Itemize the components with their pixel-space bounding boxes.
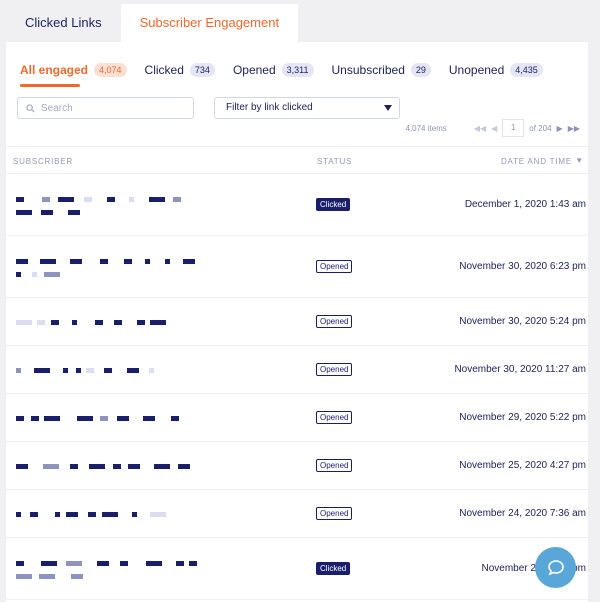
column-subscriber[interactable]: SUBSCRIBER	[13, 157, 73, 166]
first-page-icon[interactable]: ◀◀	[474, 124, 486, 133]
search-icon	[26, 103, 35, 113]
page-input[interactable]: 1	[502, 119, 525, 137]
column-status[interactable]: STATUS	[317, 157, 352, 166]
engagement-panel: All engaged 4,074 Clicked 734 Opened 3,311 …	[6, 42, 588, 602]
table-row[interactable]: Clicked November 23, 2020 pm	[6, 538, 588, 600]
filter-opened[interactable]: Opened 3,311	[233, 62, 314, 78]
date-time: November 30, 2020 11:27 am	[454, 364, 586, 375]
date-time: November 24, 2020 7:36 am	[459, 508, 586, 519]
count-badge: 3,311	[281, 63, 314, 77]
table-row[interactable]: Opened November 24, 2020 7:36 am	[6, 490, 588, 538]
status-badge: Opened	[316, 315, 353, 328]
chat-bubble-icon	[547, 559, 564, 576]
filter-label: Opened	[232, 63, 276, 77]
status-badge: Opened	[316, 507, 353, 520]
status-badge: Opened	[316, 363, 353, 376]
date-time: November 30, 2020 5:24 pm	[459, 316, 586, 327]
search-input[interactable]: Search	[17, 97, 194, 119]
caret-down-icon	[384, 105, 392, 111]
date-time: November 29, 2020 5:22 pm	[459, 412, 586, 423]
prev-page-icon[interactable]: ◀	[491, 124, 497, 133]
status-badge: Opened	[316, 411, 353, 424]
filter-unopened[interactable]: Unopened 4,435	[449, 62, 543, 78]
page-total: of 204	[529, 123, 552, 133]
table-row[interactable]: Opened November 30, 2020 5:24 pm	[6, 298, 588, 346]
table-row[interactable]: Opened November 29, 2020 5:22 pm	[6, 394, 588, 442]
sort-desc-icon[interactable]: ▼	[575, 156, 584, 165]
date-time: November 25, 2020 4:27 pm	[459, 460, 586, 471]
search-placeholder: Search	[41, 102, 73, 114]
date-time: November 30, 2020 6:23 pm	[459, 261, 586, 272]
table-row[interactable]: Opened November 25, 2020 4:27 pm	[6, 442, 588, 490]
table-row[interactable]: Opened November 30, 2020 6:23 pm	[6, 236, 588, 298]
tab-clicked-links[interactable]: Clicked Links	[6, 4, 121, 42]
column-date[interactable]: DATE AND TIME	[501, 157, 572, 166]
dropdown-value: Filter by link clicked	[226, 102, 313, 113]
filter-clicked[interactable]: Clicked 734	[145, 62, 215, 78]
items-count: 4,074 items	[405, 123, 447, 133]
status-badge: Clicked	[316, 198, 351, 211]
tab-bar: Clicked Links Subscriber Engagement	[6, 4, 299, 42]
tab-subscriber-engagement[interactable]: Subscriber Engagement	[120, 4, 299, 42]
status-badge: Opened	[316, 260, 353, 273]
pagination: 4,074 items ◀◀ ◀ 1 of 204 ▶ ▶▶	[405, 119, 580, 137]
link-filter-dropdown[interactable]: Filter by link clicked	[214, 97, 400, 119]
table-row[interactable]: Opened November 30, 2020 11:27 am	[6, 346, 588, 394]
table-row[interactable]: Clicked December 1, 2020 1:43 am	[6, 174, 588, 236]
count-badge: 734	[189, 63, 215, 77]
count-badge: 4,074	[94, 63, 127, 77]
count-badge: 29	[410, 63, 431, 77]
count-badge: 4,435	[510, 63, 543, 77]
next-page-icon[interactable]: ▶	[557, 124, 563, 133]
filter-label: Clicked	[144, 63, 184, 77]
date-time: December 1, 2020 1:43 am	[464, 199, 586, 210]
status-badge: Clicked	[316, 562, 351, 575]
last-page-icon[interactable]: ▶▶	[568, 124, 580, 133]
engagement-filters: All engaged 4,074 Clicked 734 Opened 3,311 …	[20, 62, 561, 87]
table-header: SUBSCRIBER STATUS DATE AND TIME ▼	[6, 146, 588, 174]
filter-label: Unopened	[448, 63, 505, 77]
filter-label: All engaged	[20, 63, 89, 77]
filter-all-engaged[interactable]: All engaged 4,074	[20, 62, 127, 87]
chat-button[interactable]	[535, 547, 576, 588]
filter-label: Unsubscribed	[331, 63, 405, 77]
status-badge: Opened	[316, 459, 353, 472]
filter-unsubscribed[interactable]: Unsubscribed 29	[332, 62, 431, 78]
